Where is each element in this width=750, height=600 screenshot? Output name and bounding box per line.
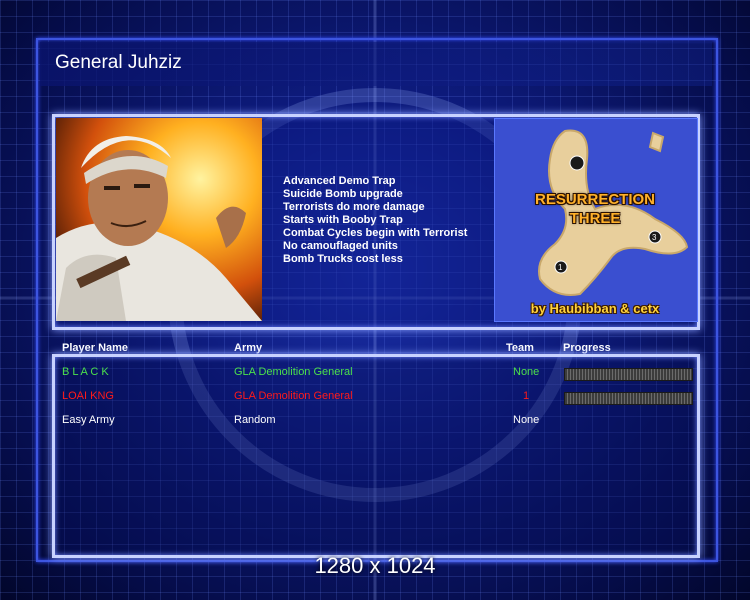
player-name: Easy Army [62,414,115,426]
player-name: B L A C K [62,366,109,378]
start-position-label: 1 [558,263,563,272]
page-title: General Juhziz [55,52,182,73]
feature-item: Suicide Bomb upgrade [283,188,403,200]
map-name: THREE [569,210,621,227]
player-army: GLA Demolition General [234,366,353,378]
column-header-army: Army [234,342,263,354]
player-army: GLA Demolition General [234,390,353,402]
start-position-label: 3 [652,233,657,242]
map-credit: by Haubibban & cetx [530,301,660,316]
player-army: Random [234,414,276,426]
column-header-progress: Progress [563,342,611,354]
feature-item: Combat Cycles begin with Terrorist [283,227,468,239]
progress-bar [564,392,693,405]
column-header-player-name: Player Name [62,342,129,354]
player-row: LOAI KNG GLA Demolition General 1 [0,390,750,410]
player-name: LOAI KNG [62,390,114,402]
feature-item: Advanced Demo Trap [283,175,396,187]
general-features-list: Advanced Demo Trap Suicide Bomb upgrade … [283,175,488,266]
feature-item: Terrorists do more damage [283,201,425,213]
player-team: None [513,414,540,426]
progress-bar [564,368,693,381]
feature-item: Starts with Booby Trap [283,214,403,226]
player-team: 1 [523,390,530,402]
column-header-team: Team [506,342,534,354]
player-row: B L A C K GLA Demolition General None [0,366,750,386]
feature-item: Bomb Trucks cost less [283,253,403,265]
resolution-label: 1280 x 1024 [314,553,436,578]
player-row: Easy Army Random None [0,414,750,434]
feature-item: No camouflaged units [283,240,398,252]
map-name: RESURRECTION [534,191,655,208]
player-team: None [513,366,540,378]
general-portrait [56,118,262,321]
